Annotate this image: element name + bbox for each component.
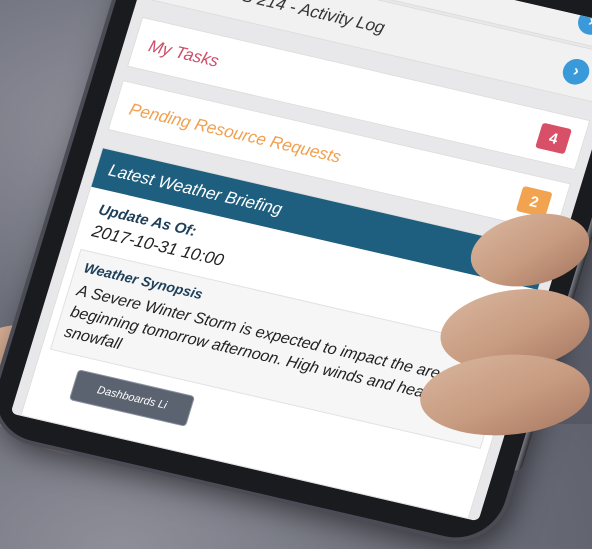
- chevron-right-icon[interactable]: ›: [574, 6, 592, 38]
- pending-requests-label: Pending Resource Requests: [126, 99, 344, 167]
- tasks-count-badge: 4: [535, 122, 572, 155]
- my-tasks-label: My Tasks: [146, 36, 222, 71]
- chevron-right-icon[interactable]: ›: [559, 56, 592, 88]
